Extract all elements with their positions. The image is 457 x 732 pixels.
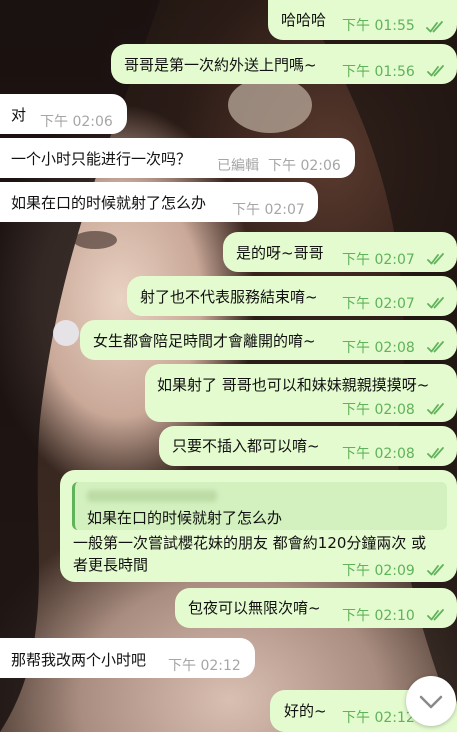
message-bubble[interactable]: 哈哈哈 下午 01:55 (268, 0, 457, 40)
chevron-down-icon (419, 695, 443, 709)
message-bubble[interactable]: 那帮我改两个小时吧 下午 02:12 (0, 638, 255, 678)
message-bubble[interactable]: 如果在口的时候就射了怎么办 下午 02:07 (0, 182, 318, 222)
message-time: 下午 02:06 (268, 158, 341, 174)
message-time: 下午 02:12 (168, 658, 241, 674)
message-time: 下午 02:06 (40, 114, 113, 130)
read-receipt-icon (427, 297, 444, 309)
scroll-to-bottom-button[interactable] (406, 676, 456, 726)
message-text-line-2: 者更長時間 (73, 556, 149, 574)
read-receipt-icon (427, 253, 444, 265)
quoted-text: 如果在口的时候就射了怎么办 (87, 509, 283, 527)
message-text: 一个小时只能进行一次吗？ (11, 150, 192, 168)
message-text: 哥哥是第一次約外送上門嗎~ (124, 56, 317, 74)
read-receipt-icon (427, 65, 444, 77)
message-bubble[interactable]: 一个小时只能进行一次吗？ 已編輯 下午 02:06 (0, 138, 355, 178)
message-bubble[interactable]: 射了也不代表服務結束唷~ 下午 02:07 (127, 276, 457, 316)
message-bubble[interactable]: 如果射了 哥哥也可以和妹妹親親摸摸呀~ 下午 02:08 (145, 364, 457, 422)
message-time: 下午 02:07 (232, 202, 305, 218)
quoted-message[interactable]: 如果在口的时候就射了怎么办 (72, 482, 447, 530)
message-time: 下午 02:12 (342, 710, 415, 726)
message-text: 是的呀~哥哥 (236, 244, 324, 262)
message-bubble[interactable]: 对 下午 02:06 (0, 94, 127, 134)
message-time: 下午 02:08 (342, 340, 415, 356)
message-bubble-reply[interactable]: 如果在口的时候就射了怎么办 一般第一次嘗試櫻花妹的朋友 都會約120分鐘兩次 或… (60, 470, 457, 582)
message-text: 对 (11, 106, 27, 124)
message-text: 好的~ (284, 702, 327, 720)
message-time: 下午 01:55 (342, 18, 415, 34)
message-bubble[interactable]: 是的呀~哥哥 下午 02:07 (223, 232, 457, 272)
message-text-line-1: 一般第一次嘗試櫻花妹的朋友 都會約120分鐘兩次 或 (73, 534, 427, 552)
quoted-sender-name (87, 490, 217, 502)
message-bubble[interactable]: 女生都會陪足時間才會離開的唷~ 下午 02:08 (80, 320, 457, 360)
edited-label: 已編輯 (217, 158, 259, 174)
message-text: 那帮我改两个小时吧 (11, 651, 147, 669)
message-text: 哈哈哈 (281, 11, 327, 29)
message-text: 只要不插入都可以唷~ (172, 437, 320, 455)
message-bubble[interactable]: 只要不插入都可以唷~ 下午 02:08 (159, 426, 457, 466)
message-text: 如果在口的时候就射了怎么办 (11, 194, 207, 212)
message-bubble[interactable]: 包夜可以無限次唷~ 下午 02:10 (175, 588, 457, 628)
message-text: 女生都會陪足時間才會離開的唷~ (93, 332, 316, 350)
message-time: 下午 02:08 (342, 446, 415, 462)
message-text: 射了也不代表服務結束唷~ (140, 288, 318, 306)
read-receipt-icon (427, 609, 444, 621)
message-text: 包夜可以無限次唷~ (188, 599, 321, 617)
message-time: 下午 02:07 (342, 296, 415, 312)
message-time: 下午 02:09 (342, 563, 415, 579)
read-receipt-icon (427, 341, 444, 353)
message-time: 下午 02:07 (342, 252, 415, 268)
message-text: 如果射了 哥哥也可以和妹妹親親摸摸呀~ (157, 376, 430, 394)
message-time: 下午 01:56 (342, 64, 415, 80)
message-bubble[interactable]: 哥哥是第一次約外送上門嗎~ 下午 01:56 (111, 44, 457, 84)
message-time: 下午 02:08 (342, 402, 415, 418)
message-time: 下午 02:10 (342, 608, 415, 624)
read-receipt-icon (427, 403, 444, 415)
read-receipt-icon (427, 447, 444, 459)
read-receipt-icon (427, 564, 444, 576)
read-receipt-icon (426, 21, 443, 33)
